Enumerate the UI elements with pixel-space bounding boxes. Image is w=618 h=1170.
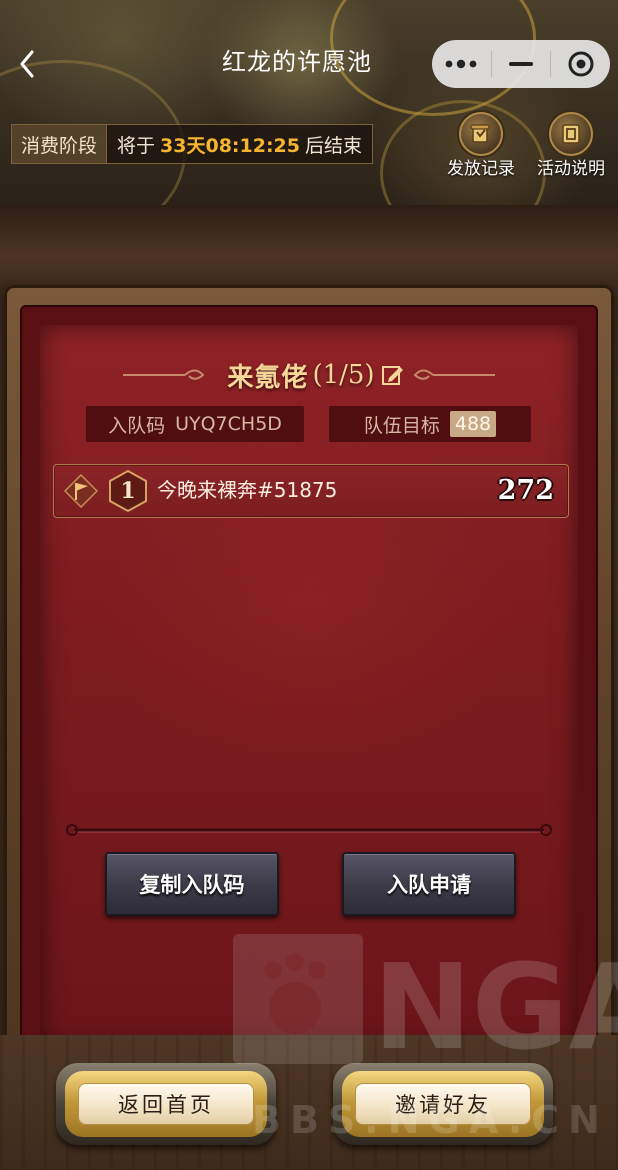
phase-tag: 消费阶段 [12,125,108,163]
scroll-icon [459,112,503,156]
member-row: 1 今晚来裸奔#51875 272 [53,464,569,518]
event-info-label: 活动说明 [537,159,605,179]
phase-status: 消费阶段 将于 33天08:12:25 后结束 [11,124,374,164]
team-target-value: 488 [449,411,497,437]
team-code-label: 入队码 [108,414,166,437]
countdown-value: 33天08:12:25 [160,134,300,157]
team-name: 来氪佬 [227,362,309,393]
team-member-count: (1/5) [312,360,375,390]
wood-ledge [0,205,618,290]
join-request-button[interactable]: 入队申请 [342,852,516,916]
watermark-site: BBS.NGA.CN [252,1098,609,1142]
more-button[interactable] [432,40,491,88]
phase-suffix: 后结束 [305,134,363,157]
team-code-value: UYQ7CH5D [175,413,282,435]
event-info-button[interactable]: 活动说明 [526,112,616,179]
phase-countdown-text: 将于 33天08:12:25 后结束 [107,125,372,163]
minimize-button[interactable] [492,40,551,88]
team-target-box: 队伍目标 488 [329,406,531,442]
more-dots-icon [445,59,477,69]
mini-program-capsule [432,40,610,88]
team-title: 来氪佬 (1/5) [100,355,518,395]
back-home-button[interactable]: 返回首页 [56,1063,276,1145]
target-close-icon [568,51,594,77]
book-icon [549,112,593,156]
phase-prefix: 将于 [117,134,156,157]
issue-records-button[interactable]: 发放记录 [436,112,526,179]
member-score: 272 [497,475,554,506]
flag-icon [64,474,98,508]
copy-team-code-button[interactable]: 复制入队码 [105,852,279,916]
edit-icon[interactable] [381,363,405,387]
member-rank: 1 [120,478,136,504]
team-code-box: 入队码 UYQ7CH5D [86,406,304,442]
minus-icon [509,62,533,66]
back-home-label: 返回首页 [78,1083,254,1125]
header-banner: 红龙的许愿池 消费阶段 将于 33天08:12:25 后结束 发放记录 活动说明 [0,0,618,205]
team-target-label: 队伍目标 [363,414,440,437]
issue-records-label: 发放记录 [447,159,515,179]
ornament-left-icon [123,369,205,380]
ornament-right-icon [413,369,495,380]
member-name: 今晚来裸奔#51875 [157,478,338,502]
close-button[interactable] [551,40,610,88]
panel-divider [66,824,552,836]
